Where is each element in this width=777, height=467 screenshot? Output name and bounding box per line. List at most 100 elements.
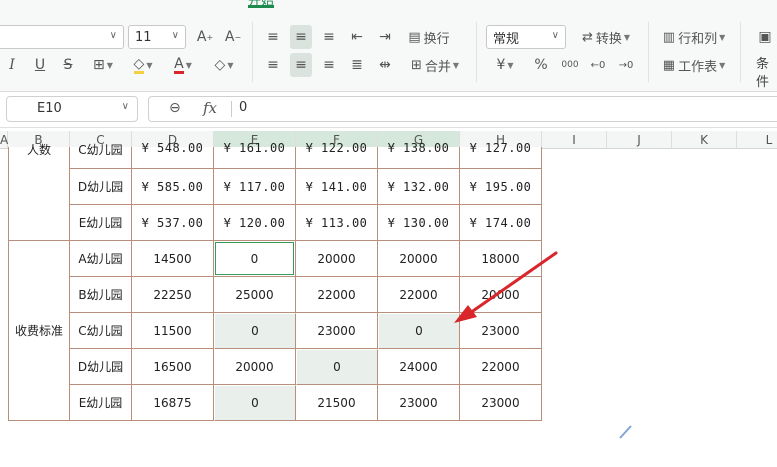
table-cell[interactable]: 18000 xyxy=(460,241,542,277)
table-cell[interactable]: A幼儿园 xyxy=(70,241,132,277)
worksheet-button[interactable]: ▦ 工作表 ▼ xyxy=(658,53,730,77)
table-cell[interactable]: 21500 xyxy=(296,385,378,421)
align-left-button[interactable]: ≡ xyxy=(262,53,284,77)
table-cell[interactable]: ¥ 117.00 xyxy=(214,169,296,205)
align-right-button[interactable]: ≡ xyxy=(318,53,340,77)
table-cell[interactable]: ¥ 585.00 xyxy=(132,169,214,205)
currency-icon: ¥ xyxy=(496,57,506,73)
table-cell[interactable]: D幼儿园 xyxy=(70,169,132,205)
table-cell[interactable]: ¥ 113.00 xyxy=(296,205,378,241)
currency-button[interactable]: ¥ ▼ xyxy=(490,53,520,77)
font-color-button[interactable]: A ▼ xyxy=(166,53,200,77)
worksheet-label: 工作表 xyxy=(678,59,718,75)
section-label-fee[interactable]: 收费标准 xyxy=(8,241,70,421)
column-header-A[interactable]: A xyxy=(0,131,8,149)
decrease-indent-button[interactable]: ⇤ xyxy=(346,25,368,49)
row-col-button[interactable]: ▥ 行和列 ▼ xyxy=(658,25,730,49)
table-cell[interactable]: 0 xyxy=(296,349,378,385)
spreadsheet-grid: 人数 收费标准 C幼儿园 ¥ 548.00 ¥ 161.00 ¥ 122.00 … xyxy=(0,141,777,467)
table-cell[interactable]: 22000 xyxy=(460,349,542,385)
table-cell[interactable]: 22000 xyxy=(296,277,378,313)
clear-format-button[interactable]: ◇ ▼ xyxy=(206,53,242,77)
percent-button[interactable]: % xyxy=(530,53,552,77)
table-cell[interactable]: ¥ 548.00 xyxy=(132,141,214,169)
column-header-J[interactable]: J xyxy=(607,131,672,149)
table-cell[interactable]: ¥ 120.00 xyxy=(214,205,296,241)
table-cell[interactable]: 23000 xyxy=(296,313,378,349)
number-format-select[interactable]: 常规 ∨ xyxy=(486,25,566,49)
align-center-button[interactable]: ≡ xyxy=(290,53,312,77)
table-cell[interactable]: ¥ 138.00 xyxy=(378,141,460,169)
table-cell[interactable]: D幼儿园 xyxy=(70,349,132,385)
convert-button[interactable]: ⇄ 转换 ▼ xyxy=(574,25,638,49)
fx-icon[interactable]: fx xyxy=(203,99,217,117)
conditional-format-button[interactable]: ▣ xyxy=(754,25,776,49)
table-cell[interactable]: B幼儿园 xyxy=(70,277,132,313)
table-cell[interactable]: 0 xyxy=(214,385,296,421)
table-cell[interactable]: 20000 xyxy=(378,241,460,277)
table-cell[interactable]: 20000 xyxy=(460,277,542,313)
table-cell[interactable]: ¥ 130.00 xyxy=(378,205,460,241)
table-cell[interactable]: 0 xyxy=(214,241,296,277)
table-cell[interactable]: 23000 xyxy=(460,313,542,349)
convert-label: 转换 xyxy=(595,31,622,47)
table-cell[interactable]: ¥ 141.00 xyxy=(296,169,378,205)
formula-input[interactable]: ⊖ fx 0 xyxy=(148,96,777,122)
thousands-button[interactable]: 000 xyxy=(558,53,582,77)
table-cell[interactable]: ¥ 195.00 xyxy=(460,169,542,205)
cell-highlight-border xyxy=(215,242,294,275)
section-label-people[interactable]: 人数 xyxy=(8,143,70,241)
table-cell[interactable]: 22000 xyxy=(378,277,460,313)
column-header-K[interactable]: K xyxy=(672,131,737,149)
italic-button[interactable]: I xyxy=(4,53,20,77)
table-cell[interactable]: ¥ 161.00 xyxy=(214,141,296,169)
chevron-down-icon: ∨ xyxy=(171,30,179,41)
table-cell[interactable]: 22250 xyxy=(132,277,214,313)
column-header-I[interactable]: I xyxy=(542,131,607,149)
table-cell[interactable]: C幼儿园 xyxy=(70,313,132,349)
table-cell[interactable]: E幼儿园 xyxy=(70,385,132,421)
wrap-text-label: 换行 xyxy=(423,31,450,47)
table-cell[interactable]: ¥ 127.00 xyxy=(460,141,542,169)
font-name-select[interactable]: ∨ xyxy=(0,25,124,49)
increase-indent-button[interactable]: ⇥ xyxy=(374,25,396,49)
justify-button[interactable]: ≣ xyxy=(346,53,368,77)
wrap-text-button[interactable]: ▤ 换行 xyxy=(404,25,454,49)
table-cell[interactable]: 14500 xyxy=(132,241,214,277)
table-cell[interactable]: 16875 xyxy=(132,385,214,421)
increase-decimal-button[interactable]: ←0 xyxy=(586,53,610,77)
underline-button[interactable]: U xyxy=(30,53,50,77)
fill-color-button[interactable]: ◇ ▼ xyxy=(126,53,160,77)
table-cell[interactable]: 11500 xyxy=(132,313,214,349)
name-box[interactable]: E10 ∨ xyxy=(6,96,138,122)
distributed-button[interactable]: ⇹ xyxy=(374,53,396,77)
cell-text: 18000 xyxy=(481,251,520,266)
shrink-font-button[interactable]: A − xyxy=(222,25,244,49)
table-cell[interactable]: 23000 xyxy=(460,385,542,421)
borders-button[interactable]: ⊞ ▼ xyxy=(86,53,120,77)
merge-button[interactable]: ⊞ 合并 ▼ xyxy=(404,53,466,77)
align-middle-button[interactable]: ≡ xyxy=(290,25,312,49)
table-cell[interactable]: ¥ 122.00 xyxy=(296,141,378,169)
table-cell[interactable]: ¥ 132.00 xyxy=(378,169,460,205)
font-size-select[interactable]: 11 ∨ xyxy=(128,25,186,49)
column-header-L[interactable]: L xyxy=(737,131,777,149)
decrease-decimal-button[interactable]: →0 xyxy=(614,53,638,77)
table-cell[interactable]: 25000 xyxy=(214,277,296,313)
table-cell[interactable]: 23000 xyxy=(378,385,460,421)
table-cell[interactable]: 0 xyxy=(378,313,460,349)
strikethrough-button[interactable]: S xyxy=(58,53,78,77)
table-cell[interactable]: 16500 xyxy=(132,349,214,385)
table-cell[interactable]: 20000 xyxy=(296,241,378,277)
table-cell[interactable]: ¥ 174.00 xyxy=(460,205,542,241)
zoom-icon[interactable]: ⊖ xyxy=(169,100,181,116)
align-bottom-button[interactable]: ≡ xyxy=(318,25,340,49)
table-cell[interactable]: E幼儿园 xyxy=(70,205,132,241)
align-top-button[interactable]: ≡ xyxy=(262,25,284,49)
table-cell[interactable]: ¥ 537.00 xyxy=(132,205,214,241)
table-cell[interactable]: 20000 xyxy=(214,349,296,385)
grow-font-button[interactable]: A + xyxy=(194,25,216,49)
table-cell[interactable]: C幼儿园 xyxy=(70,143,132,169)
table-cell[interactable]: 0 xyxy=(214,313,296,349)
table-cell[interactable]: 24000 xyxy=(378,349,460,385)
